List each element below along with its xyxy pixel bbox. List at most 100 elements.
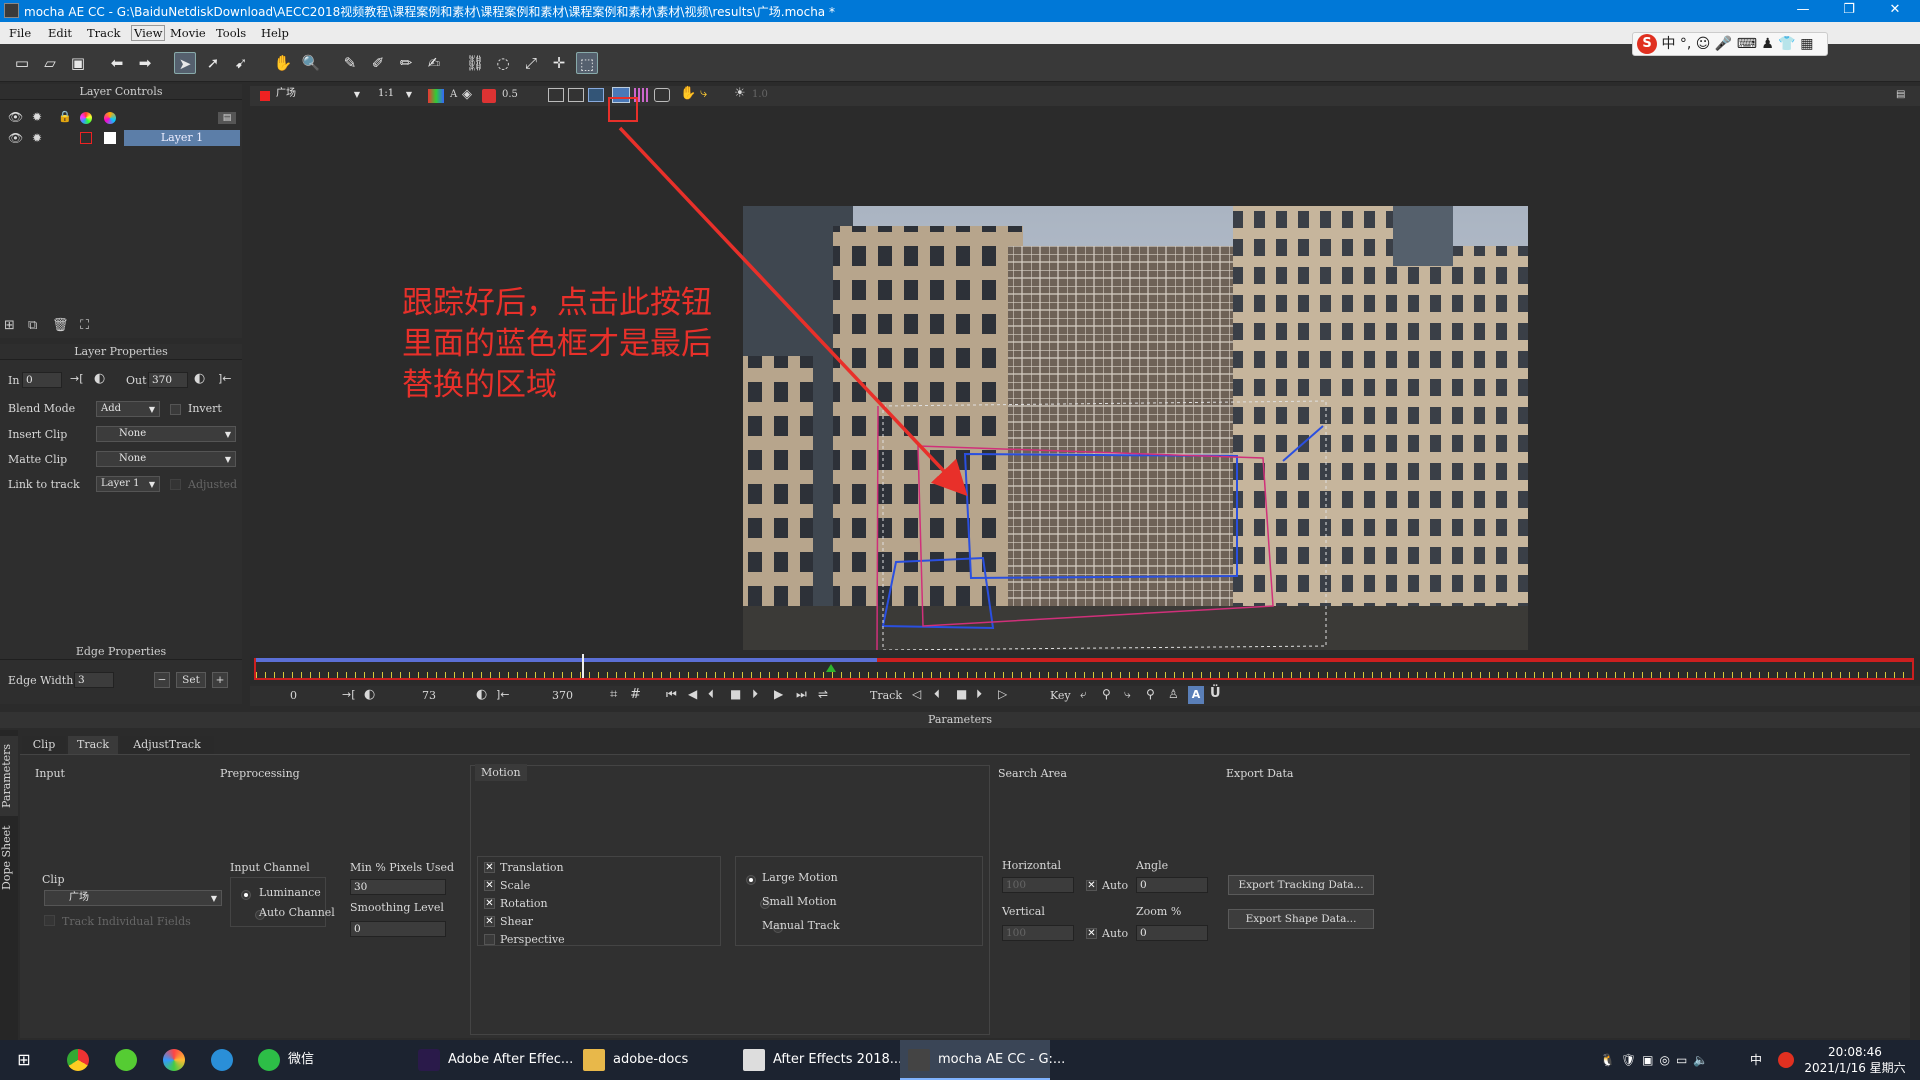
min-pixels-field[interactable]: 30 xyxy=(350,879,446,895)
add-layer-folder-icon[interactable]: ⊞ xyxy=(4,318,15,333)
prev-key-icon[interactable]: ⤶ xyxy=(1080,687,1087,702)
surface-tool-icon[interactable]: ⬚ xyxy=(576,52,598,74)
layer-name[interactable]: Layer 1 xyxy=(124,130,240,146)
overlay-icon[interactable]: ◈ xyxy=(462,87,472,102)
clip-input-select[interactable]: 广场 xyxy=(44,890,222,906)
spline-view-icon[interactable] xyxy=(588,88,604,102)
large-motion-radio[interactable] xyxy=(746,875,756,885)
track-back-icon[interactable]: ◁ xyxy=(912,687,921,701)
grid-timeline-icon[interactable]: # xyxy=(630,687,641,702)
layer-matte-swatch[interactable] xyxy=(104,132,116,144)
export-tracking-button[interactable]: Export Tracking Data... xyxy=(1228,875,1374,895)
track-fields-checkbox[interactable] xyxy=(44,915,55,926)
step-back-icon[interactable]: ⏴ xyxy=(708,687,714,702)
link-icon[interactable]: ⛓ xyxy=(464,52,486,74)
close-button[interactable]: ✕ xyxy=(1872,0,1918,22)
add-xspline-icon[interactable]: ✐ xyxy=(367,52,389,74)
add-point-icon[interactable]: ➹ xyxy=(230,52,252,74)
perspective-checkbox[interactable] xyxy=(484,934,495,945)
tray-icons[interactable]: 🐧🛡▣◎▭🔈 xyxy=(1600,1040,1750,1080)
edge-set-button[interactable]: Set xyxy=(176,672,206,688)
layer-cog-icon[interactable]: ✹ xyxy=(32,131,42,145)
step-forward-icon[interactable]: ⏵ xyxy=(752,687,758,702)
timeline-keyframe-marker[interactable] xyxy=(825,664,836,672)
matte-color-icon[interactable] xyxy=(104,112,116,124)
start-icon[interactable]: ⊞ xyxy=(0,1040,48,1080)
scale-tool-icon[interactable]: ⤢ xyxy=(520,52,542,74)
tab-adjusttrack[interactable]: AdjustTrack xyxy=(120,736,214,754)
bezier-tool-icon[interactable]: ✏ xyxy=(395,52,417,74)
key-person-icon[interactable]: ♙ xyxy=(1168,687,1179,701)
rgb-channels-icon[interactable] xyxy=(428,89,444,103)
clear-keys-icon[interactable]: Ü xyxy=(1210,686,1221,701)
delete-key-icon[interactable]: ⚲ xyxy=(1146,687,1155,701)
redo-icon[interactable]: ➡ xyxy=(134,52,156,74)
gamma-value[interactable]: 1.0 xyxy=(752,89,768,100)
add-bezier-icon[interactable]: ✍ xyxy=(423,52,445,74)
menu-track[interactable]: Track xyxy=(87,26,120,40)
matte-clip-select[interactable]: None xyxy=(96,451,236,467)
duplicate-layer-icon[interactable]: ⧉ xyxy=(28,318,37,333)
browser360-icon[interactable] xyxy=(108,1040,144,1080)
visibility-icon[interactable]: 👁 xyxy=(8,110,23,124)
zoom-select[interactable]: 1:1 xyxy=(374,87,416,103)
fit-icon[interactable]: ⛶ xyxy=(80,318,89,333)
pick-tool-icon[interactable]: ➤ xyxy=(174,52,196,74)
adjusted-checkbox[interactable] xyxy=(170,479,181,490)
trace-icon[interactable]: ⤷ xyxy=(700,86,707,101)
lock-icon[interactable]: 🔒 xyxy=(58,110,72,123)
move-tool-icon[interactable]: ✛ xyxy=(548,52,570,74)
set-in-point-icon[interactable]: →[ xyxy=(342,688,356,701)
in-field[interactable]: 0 xyxy=(22,372,62,388)
shear-checkbox[interactable]: ✕ xyxy=(484,916,495,927)
magnifier-icon[interactable] xyxy=(654,88,670,102)
vertical-field[interactable]: 100 xyxy=(1002,925,1074,941)
edge-minus-button[interactable]: − xyxy=(154,672,170,688)
go-start-icon[interactable]: ⏮ xyxy=(666,687,677,702)
taskbar-adobe-docs[interactable]: adobe-docs xyxy=(575,1040,725,1080)
in-point-icon[interactable]: ◐ xyxy=(364,687,375,702)
color-browser-icon[interactable] xyxy=(156,1040,192,1080)
new-project-icon[interactable]: ▭ xyxy=(11,52,33,74)
go-end-icon[interactable]: ⏭ xyxy=(796,687,807,702)
tab-clip[interactable]: Clip xyxy=(22,736,66,754)
xspline-tool-icon[interactable]: ✎ xyxy=(339,52,361,74)
stop-icon[interactable]: ■ xyxy=(730,687,741,701)
hand-tool-icon[interactable]: ✋ xyxy=(272,52,294,74)
track-forward-icon[interactable]: ▷ xyxy=(998,687,1007,701)
monitor-icon[interactable] xyxy=(548,88,564,102)
vertical-auto-checkbox[interactable]: ✕ xyxy=(1086,928,1097,939)
clock[interactable]: 20:08:46 2021/1/16 星期六 xyxy=(1800,1044,1910,1076)
opacity-value[interactable]: 0.5 xyxy=(502,89,518,100)
tray-language[interactable]: 中 xyxy=(1750,1040,1770,1080)
invert-checkbox[interactable] xyxy=(170,404,181,415)
save-icon[interactable]: ▣ xyxy=(67,52,89,74)
lasso-icon[interactable]: ◌ xyxy=(492,52,514,74)
smoothing-field[interactable]: 0 xyxy=(350,921,446,937)
layer-row[interactable]: 👁 ✹ Layer 1 xyxy=(4,130,240,146)
play-forward-icon[interactable]: ▶ xyxy=(774,687,783,701)
taskbar-after-effects[interactable]: Adobe After Effec... xyxy=(410,1040,573,1080)
menu-edit[interactable]: Edit xyxy=(48,26,72,40)
out-field[interactable]: 370 xyxy=(148,372,188,388)
edge-width-field[interactable]: 3 xyxy=(74,672,114,688)
layer-color-swatch[interactable] xyxy=(80,132,92,144)
stabilize-hand-icon[interactable]: ✋ xyxy=(680,86,696,101)
brightness-icon[interactable]: ☀ xyxy=(734,86,746,101)
chrome-icon[interactable] xyxy=(60,1040,96,1080)
layers-view-icon[interactable] xyxy=(568,88,584,102)
export-shape-button[interactable]: Export Shape Data... xyxy=(1228,909,1374,929)
horizontal-field[interactable]: 100 xyxy=(1002,877,1074,893)
cog-icon[interactable]: ✹ xyxy=(32,110,42,124)
out-point-icon[interactable]: ◐ xyxy=(476,687,487,702)
track-stop-icon[interactable]: ■ xyxy=(956,687,967,701)
undo-icon[interactable]: ⬅ xyxy=(106,52,128,74)
link-to-track-select[interactable]: Layer 1 xyxy=(96,476,160,492)
zoom-timeline-icon[interactable]: ⌗ xyxy=(610,687,617,702)
out-stepper-icon[interactable]: ◐ xyxy=(194,371,205,386)
tray-sogou-icon[interactable] xyxy=(1776,1040,1796,1080)
taskbar-ae-2018[interactable]: After Effects 2018... xyxy=(735,1040,902,1080)
ime-toolbar[interactable]: S 中 °, ☺ 🎤 ⌨ ♟ 👕 ▦ xyxy=(1632,32,1828,56)
auto-key-icon[interactable]: A xyxy=(1188,686,1204,704)
edge-icon[interactable] xyxy=(204,1040,240,1080)
